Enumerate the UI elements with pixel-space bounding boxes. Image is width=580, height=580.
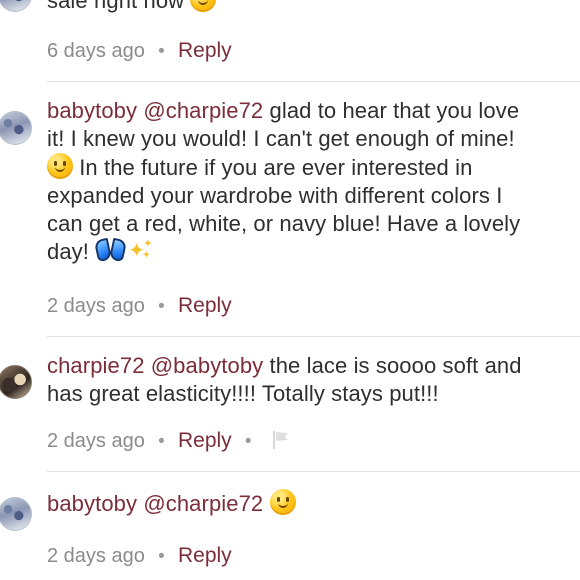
comment-username[interactable]: babytoby	[47, 98, 137, 123]
comment-line: In the future if you are ever interested…	[79, 155, 473, 180]
reply-button[interactable]: Reply	[178, 39, 232, 62]
sparkles-icon: ✦ ✦ ✦	[128, 237, 153, 262]
comment-line: can get a red, white, or navy blue! Have…	[47, 211, 521, 236]
timestamp: 2 days ago	[47, 545, 145, 567]
smiling-face-icon	[269, 489, 296, 515]
comment-divider	[47, 81, 580, 82]
reply-button[interactable]: Reply	[178, 294, 232, 317]
separator-dot: •	[244, 431, 252, 452]
separator-dot: •	[158, 546, 165, 567]
avatar[interactable]	[0, 365, 32, 399]
comment-meta: 6 days ago • Reply	[47, 37, 232, 65]
comment-meta: 2 days ago • Reply •	[47, 427, 290, 455]
comment-thread: sale right now 6 days ago • Reply babyto…	[0, 0, 580, 580]
comment-line: day!	[47, 239, 89, 264]
comment-divider	[47, 336, 580, 337]
reply-button[interactable]: Reply	[178, 544, 232, 567]
user-mention[interactable]: @babytoby	[151, 353, 264, 378]
comment-line: the lace is soooo soft and	[269, 353, 522, 378]
comment-text: charpie72 @babytoby the lace is soooo so…	[47, 352, 572, 408]
separator-dot: •	[158, 431, 165, 452]
user-mention[interactable]: @charpie72	[143, 98, 263, 123]
flag-icon[interactable]	[270, 430, 290, 450]
blue-butterfly-icon	[95, 238, 126, 263]
comment-username[interactable]: babytoby	[47, 491, 137, 516]
separator-dot: •	[158, 41, 165, 62]
comment-text: babytoby @charpie72	[47, 489, 572, 518]
comment-meta: 2 days ago • Reply	[47, 292, 232, 320]
timestamp: 2 days ago	[47, 430, 145, 452]
timestamp: 6 days ago	[47, 40, 145, 62]
avatar[interactable]	[0, 111, 32, 145]
timestamp: 2 days ago	[47, 295, 145, 317]
comment-line: expanded your wardrobe with different co…	[47, 183, 503, 208]
comment-line: it! I knew you would! I can't get enough…	[47, 126, 515, 151]
avatar[interactable]	[0, 497, 32, 531]
comment-line: has great elasticity!!!! Totally stays p…	[47, 381, 439, 406]
smiling-face-icon	[47, 153, 73, 179]
user-mention[interactable]: @charpie72	[143, 491, 263, 516]
comment-username[interactable]: charpie72	[47, 353, 145, 378]
comment-meta: 2 days ago • Reply	[47, 542, 232, 570]
separator-dot: •	[158, 296, 165, 317]
reply-button[interactable]: Reply	[178, 429, 232, 452]
avatar[interactable]	[0, 0, 32, 12]
comment-text: babytoby @charpie72 glad to hear that yo…	[47, 97, 572, 266]
comment-line: sale right now	[47, 0, 185, 13]
comment-line: glad to hear that you love	[269, 98, 520, 123]
smiling-face-icon	[190, 0, 217, 12]
comment-divider	[47, 471, 580, 472]
comment-text: sale right now	[47, 0, 572, 15]
